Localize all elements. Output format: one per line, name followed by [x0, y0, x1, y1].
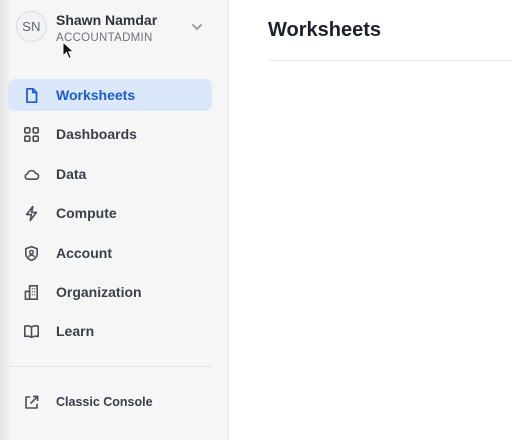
classic-console-link[interactable]: Classic Console	[8, 386, 212, 418]
avatar[interactable]: SN	[16, 11, 47, 42]
avatar-initials: SN	[22, 19, 41, 34]
lightning-icon	[23, 205, 40, 222]
sidebar-item-data[interactable]: Data	[8, 158, 212, 190]
sidebar-item-label: Organization	[56, 283, 142, 300]
sidebar-item-learn[interactable]: Learn	[8, 315, 212, 347]
shield-user-icon	[23, 245, 40, 262]
sidebar-item-dashboards[interactable]: Dashboards	[8, 118, 212, 150]
external-link-icon	[23, 394, 40, 411]
sidebar-item-label: Compute	[56, 205, 117, 222]
building-icon	[23, 284, 40, 301]
user-menu[interactable]: SN Shawn Namdar ACCOUNTADMIN	[16, 11, 213, 47]
user-name: Shawn Namdar	[56, 12, 158, 28]
sidebar-item-label: Account	[56, 244, 112, 261]
sidebar-item-worksheets[interactable]: Worksheets	[8, 79, 212, 111]
sidebar-item-compute[interactable]: Compute	[8, 197, 212, 229]
cloud-icon	[23, 166, 40, 183]
sidebar-item-label: Worksheets	[56, 87, 136, 103]
sidebar: SN Shawn Namdar ACCOUNTADMIN Worksheets …	[0, 0, 229, 440]
sidebar-nav: Worksheets Dashboards Data Compute Accou…	[8, 79, 212, 355]
sidebar-item-label: Learn	[56, 323, 95, 340]
sidebar-item-organization[interactable]: Organization	[8, 276, 212, 308]
main-content: Worksheets	[229, 0, 512, 440]
sidebar-item-label: Dashboards	[56, 126, 137, 143]
page-title: Worksheets	[268, 19, 382, 41]
mouse-cursor-icon	[62, 41, 76, 61]
sidebar-item-account[interactable]: Account	[8, 237, 212, 269]
title-divider	[268, 60, 512, 61]
chevron-down-icon[interactable]	[190, 20, 204, 34]
book-icon	[23, 323, 40, 340]
document-icon	[23, 87, 40, 104]
sidebar-item-label: Data	[56, 165, 87, 182]
classic-console-label: Classic Console	[56, 395, 153, 409]
grid-icon	[23, 126, 40, 143]
sidebar-divider	[8, 366, 212, 367]
